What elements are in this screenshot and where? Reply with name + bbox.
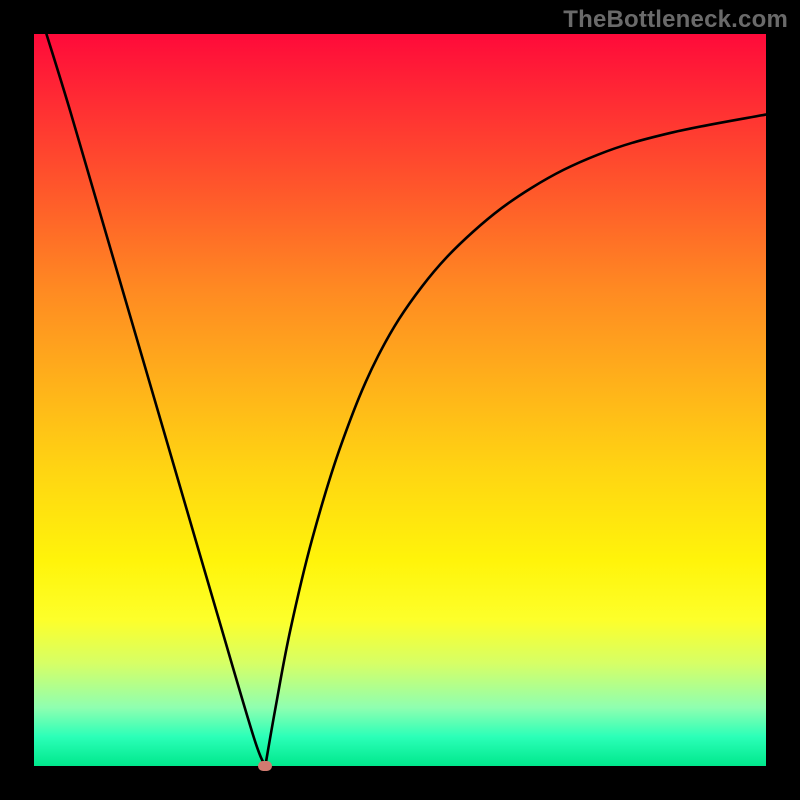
plot-area [34, 34, 766, 766]
curve-left-branch [46, 34, 265, 766]
curve-svg [34, 34, 766, 766]
minimum-marker [258, 761, 272, 771]
branding-watermark: TheBottleneck.com [563, 6, 788, 34]
curve-right-branch [265, 115, 766, 766]
chart-frame: TheBottleneck.com [0, 0, 800, 800]
